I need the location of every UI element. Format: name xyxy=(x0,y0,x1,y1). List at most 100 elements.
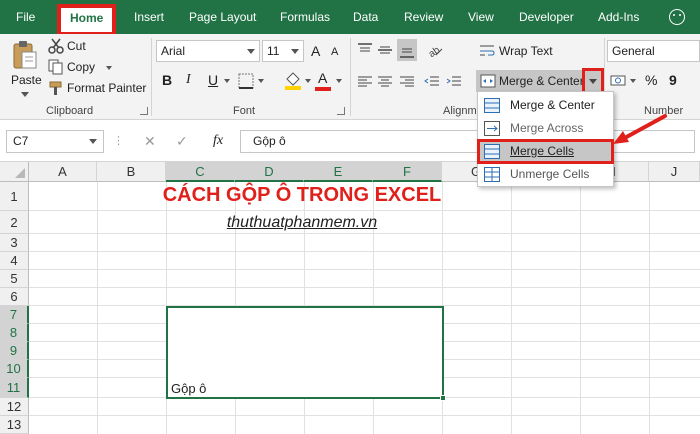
gridline xyxy=(29,269,700,270)
menu-item-unmerge-cells[interactable]: Unmerge Cells xyxy=(478,163,613,186)
column-header-e[interactable]: E xyxy=(304,162,373,182)
menu-item-label: Merge & Center xyxy=(510,98,595,112)
font-color-icon[interactable]: A xyxy=(318,70,327,86)
column-header-j[interactable]: J xyxy=(649,162,700,182)
tab-developer[interactable]: Developer xyxy=(519,0,574,34)
wrap-text-button[interactable]: Wrap Text xyxy=(479,41,569,61)
borders-icon[interactable] xyxy=(238,73,254,89)
grow-font-icon[interactable]: A xyxy=(311,43,320,59)
menu-item-merge-across[interactable]: Merge Across xyxy=(478,117,613,140)
wrap-text-icon xyxy=(480,45,495,56)
font-launcher-icon[interactable] xyxy=(337,107,345,115)
fill-color-icon[interactable] xyxy=(283,70,303,90)
tab-add-ins[interactable]: Add-Ins xyxy=(598,0,639,34)
select-all-corner[interactable] xyxy=(0,162,29,182)
tab-formulas[interactable]: Formulas xyxy=(280,0,330,34)
merge-across-icon xyxy=(484,121,500,136)
cut-button[interactable]: Cut xyxy=(48,37,138,55)
underline-button[interactable]: U xyxy=(208,72,218,88)
chevron-down-icon[interactable] xyxy=(305,79,311,83)
row-header-9[interactable]: 9 xyxy=(0,342,29,360)
row-header-6[interactable]: 6 xyxy=(0,288,29,306)
column-header-a[interactable]: A xyxy=(29,162,97,182)
format-painter-button[interactable]: Format Painter xyxy=(48,79,148,97)
align-top-icon[interactable] xyxy=(357,42,373,58)
tab-file[interactable]: File xyxy=(16,0,35,34)
insert-function-icon[interactable]: fx xyxy=(213,133,223,149)
gridline xyxy=(29,287,700,288)
accounting-format-icon[interactable] xyxy=(610,72,628,90)
merge-menu: Merge & Center Merge Across Merge Cells … xyxy=(477,91,614,187)
shrink-font-icon[interactable]: A xyxy=(331,46,338,58)
name-box[interactable]: C7 xyxy=(6,130,104,153)
tab-page-layout[interactable]: Page Layout xyxy=(189,0,256,34)
column-header-d[interactable]: D xyxy=(235,162,304,182)
merge-center-label: Merge & Center xyxy=(499,74,584,88)
number-format-value: General xyxy=(612,44,655,58)
align-bottom-icon[interactable] xyxy=(397,39,417,61)
row-header-1[interactable]: 1 xyxy=(0,182,29,211)
unmerge-cells-icon xyxy=(484,167,500,182)
sheet-site-cell[interactable]: thuthuatphanmem.vn xyxy=(97,214,507,232)
copy-button[interactable]: Copy xyxy=(48,58,138,76)
ribbon-tab-bar: File Home Insert Page Layout Formulas Da… xyxy=(0,0,700,36)
row-header-11[interactable]: 11 xyxy=(0,378,29,398)
menu-item-label: Merge Cells xyxy=(510,144,575,158)
comma-style-icon[interactable]: 9 xyxy=(669,72,677,88)
menu-item-merge-cells[interactable]: Merge Cells xyxy=(477,139,614,164)
format-painter-label: Format Painter xyxy=(67,81,147,95)
tab-insert[interactable]: Insert xyxy=(134,0,164,34)
more-options-icon: ⋮ xyxy=(113,135,124,147)
tab-review[interactable]: Review xyxy=(404,0,443,34)
row-header-13[interactable]: 13 xyxy=(0,416,29,434)
gridline xyxy=(29,251,700,252)
cut-label: Cut xyxy=(67,39,86,53)
italic-button[interactable]: I xyxy=(186,72,191,88)
increase-indent-icon[interactable] xyxy=(446,74,462,90)
column-header-f[interactable]: F xyxy=(373,162,442,182)
row-header-8[interactable]: 8 xyxy=(0,324,29,342)
row-header-10[interactable]: 10 xyxy=(0,360,29,378)
paste-button[interactable]: Paste xyxy=(8,38,42,100)
font-size-combo[interactable]: 11 xyxy=(262,40,304,62)
align-center-icon[interactable] xyxy=(377,74,393,90)
percent-style-icon[interactable]: % xyxy=(645,72,657,88)
merge-center-button[interactable]: Merge & Center xyxy=(476,70,584,92)
chevron-down-icon[interactable] xyxy=(336,79,342,83)
row-header-3[interactable]: 3 xyxy=(0,234,29,252)
enter-icon[interactable]: ✓ xyxy=(176,133,188,150)
orientation-icon[interactable]: ab xyxy=(426,40,444,58)
cancel-icon[interactable]: ✕ xyxy=(144,133,156,150)
merged-cell-c7-f11[interactable]: Gộp ô xyxy=(166,306,444,399)
chevron-down-icon[interactable] xyxy=(630,79,636,83)
row-header-4[interactable]: 4 xyxy=(0,252,29,270)
copy-label: Copy xyxy=(67,60,96,74)
clipboard-launcher-icon[interactable] xyxy=(140,107,148,115)
tab-view[interactable]: View xyxy=(468,0,494,34)
menu-item-merge-center[interactable]: Merge & Center xyxy=(478,94,613,117)
chevron-down-icon[interactable] xyxy=(258,79,264,83)
align-middle-icon[interactable] xyxy=(377,42,393,58)
font-group-label: Font xyxy=(233,105,256,117)
row-header-12[interactable]: 12 xyxy=(0,398,29,416)
merge-arrow-highlight xyxy=(582,68,604,94)
fill-handle[interactable] xyxy=(440,395,446,401)
align-right-icon[interactable] xyxy=(399,74,415,90)
column-header-b[interactable]: B xyxy=(97,162,166,182)
bold-button[interactable]: B xyxy=(162,72,172,88)
font-name-combo[interactable]: Arial xyxy=(156,40,260,62)
tab-home[interactable]: Home xyxy=(56,4,117,36)
chevron-down-icon[interactable] xyxy=(224,79,230,83)
number-format-combo[interactable]: General xyxy=(607,40,700,62)
menu-item-label: Merge Across xyxy=(510,121,584,135)
column-header-c[interactable]: C xyxy=(166,162,235,182)
decrease-indent-icon[interactable] xyxy=(424,74,440,90)
smiley-feedback-icon[interactable] xyxy=(669,9,685,25)
sheet-title-cell[interactable]: CÁCH GỘP Ô TRONG EXCEL xyxy=(97,184,507,207)
row-header-7[interactable]: 7 xyxy=(0,306,29,324)
row-header-5[interactable]: 5 xyxy=(0,270,29,288)
tab-data[interactable]: Data xyxy=(353,0,378,34)
gridline xyxy=(29,210,700,211)
row-header-2[interactable]: 2 xyxy=(0,211,29,234)
align-left-icon[interactable] xyxy=(357,74,373,90)
